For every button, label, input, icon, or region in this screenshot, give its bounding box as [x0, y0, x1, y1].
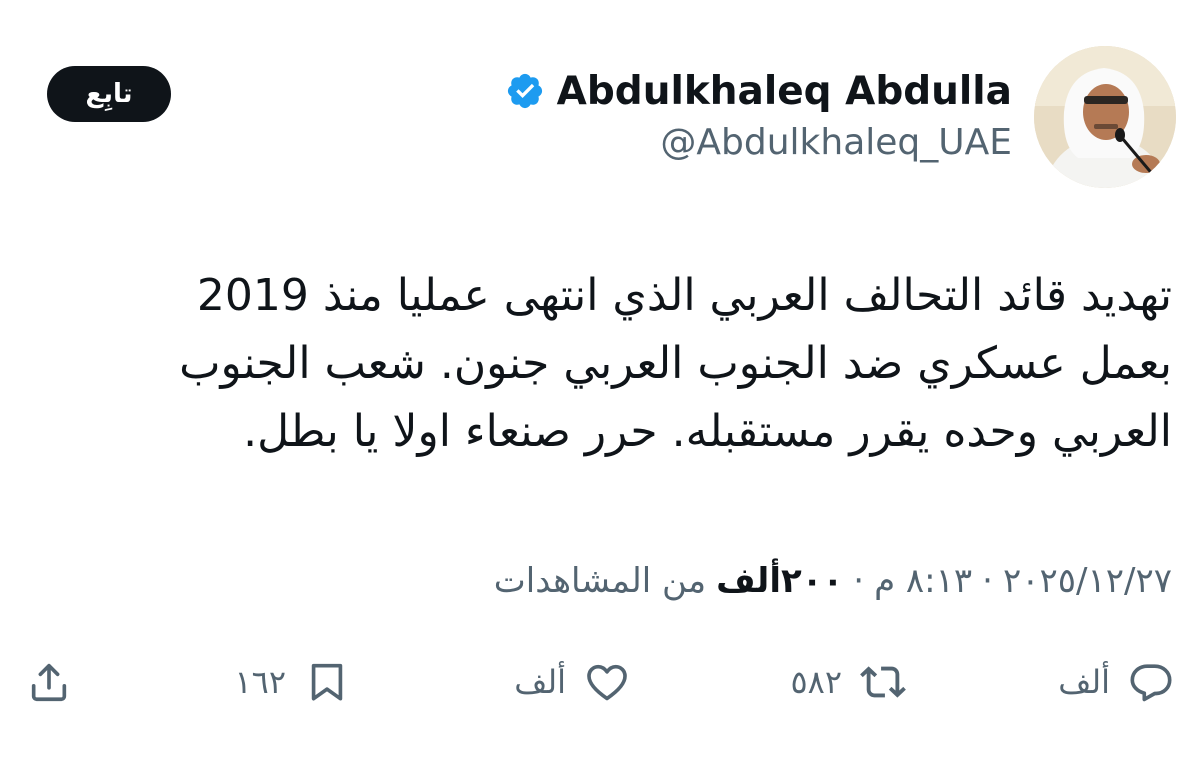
- follow-button[interactable]: تابِع: [47, 66, 171, 122]
- tweet-text: تهديد قائد التحالف العربي الذي انتهى عمل…: [179, 270, 1172, 457]
- verified-badge-icon: [507, 73, 542, 109]
- views-count: ٢٠٠ألف: [716, 561, 844, 601]
- avatar[interactable]: [1034, 46, 1176, 188]
- author-display-name[interactable]: Abdulkhaleq Abdulla: [557, 69, 1012, 114]
- retweet-count: ٥٨٢: [790, 663, 842, 701]
- meta-separator: ·: [853, 561, 865, 601]
- tweet-time[interactable]: ٨:١٣ م: [874, 561, 972, 601]
- meta-separator: ·: [982, 561, 993, 601]
- tweet-meta: ٢٠٢٥/١٢/٢٧ · ٨:١٣ م · ٢٠٠ألف من المشاهدا…: [494, 556, 1172, 606]
- reply-icon: [1130, 664, 1172, 702]
- author-handle[interactable]: @Abdulkhaleq_UAE: [660, 122, 1012, 163]
- retweet-icon: [860, 666, 906, 698]
- bookmark-icon: [311, 663, 343, 701]
- bookmark-count: ١٦٢: [234, 663, 286, 701]
- avatar-photo: [1034, 46, 1176, 188]
- bookmark-button[interactable]: ١٦٢: [234, 652, 350, 712]
- heart-icon: [587, 664, 627, 701]
- reply-count: ألف: [1058, 663, 1110, 701]
- share-button[interactable]: [26, 652, 72, 712]
- retweet-button[interactable]: ٥٨٢: [790, 652, 906, 712]
- tweet-date[interactable]: ٢٠٢٥/١٢/٢٧: [1003, 561, 1172, 601]
- views-label: من المشاهدات: [493, 561, 707, 601]
- like-button[interactable]: ألف: [514, 652, 630, 712]
- share-icon: [31, 663, 67, 702]
- reply-button[interactable]: ألف: [1058, 652, 1174, 712]
- like-count: ألف: [514, 663, 566, 701]
- author-name-row: Abdulkhaleq Abdulla: [505, 64, 1012, 118]
